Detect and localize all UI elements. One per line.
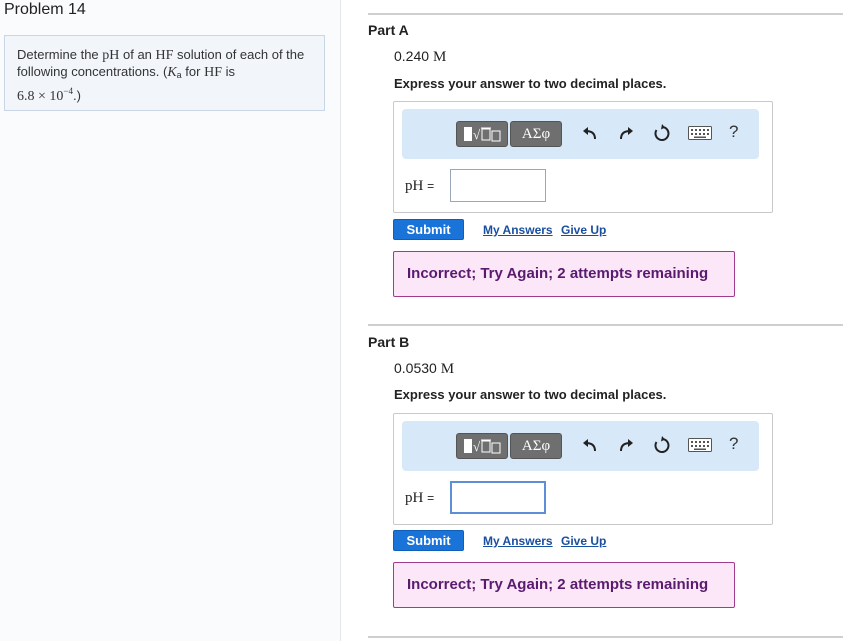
greek-symbols-icon: ΑΣφ [521,126,551,142]
reset-icon[interactable] [652,123,672,143]
part-a-give-up-link[interactable]: Give Up [561,223,606,237]
help-icon[interactable]: ? [729,122,738,142]
ph-term: pH [102,48,120,63]
part-b-concentration: 0.0530 M [394,360,454,378]
part-a-submit-button[interactable]: Submit [393,219,464,240]
problem-sidebar: Problem 14 Determine the pH of an HF sol… [0,0,341,641]
hf-term: HF [155,48,174,63]
part-b-submit-button[interactable]: Submit [393,530,464,551]
part-a-ph-label: pH = [405,178,434,195]
part-b-feedback: Incorrect; Try Again; 2 attempts remaini… [393,562,735,608]
problem-title: Problem 14 [4,1,86,18]
part-b-equals: = [427,491,435,505]
problem-text-6: .) [72,88,81,103]
part-a-answer-box: √ ΑΣφ ? pH = [393,101,773,213]
part-b-my-answers-link[interactable]: My Answers [483,534,553,548]
bottom-divider [368,636,843,638]
undo-icon[interactable] [580,435,600,455]
hf-term-2: HF [204,65,222,80]
part-b-instruction: Express your answer to two decimal place… [394,387,667,402]
part-a-conc-unit: M [432,49,447,65]
part-b-divider [368,324,843,326]
greek-symbols-icon: ΑΣφ [521,438,551,454]
svg-text:√: √ [473,439,481,454]
problem-text-2: of an [119,47,156,62]
templates-icon: √ [464,127,501,142]
greek-symbols-button[interactable]: ΑΣφ [510,433,562,459]
ka-symbol: K [167,65,177,80]
part-b-conc-unit: M [440,361,455,377]
problem-text-5: is [221,64,235,79]
templates-icon: √ [464,439,501,454]
ka-value: 6.8 × 10 [17,89,64,104]
part-a-divider [368,13,843,15]
templates-button[interactable]: √ [456,121,508,147]
part-b-ph-text: pH [405,490,424,506]
part-b-conc-value: 0.0530 [394,360,437,376]
part-b-math-toolbar: √ ΑΣφ ? [402,421,759,471]
part-a-feedback: Incorrect; Try Again; 2 attempts remaini… [393,251,735,297]
problem-text-1: Determine the [17,47,103,62]
keyboard-icon[interactable] [688,438,712,452]
part-a-math-toolbar: √ ΑΣφ ? [402,109,759,159]
svg-text:√: √ [473,127,481,142]
ka-exponent: −4 [63,86,73,96]
part-a-title: Part A [368,22,409,38]
part-b-title: Part B [368,334,410,350]
part-a-answer-input[interactable] [450,169,546,202]
reset-icon[interactable] [652,435,672,455]
part-a-my-answers-link[interactable]: My Answers [483,223,553,237]
help-icon[interactable]: ? [729,434,738,454]
redo-icon[interactable] [616,435,636,455]
part-b-give-up-link[interactable]: Give Up [561,534,606,548]
problem-text-4: for [181,64,205,79]
part-a-ph-text: pH [405,178,424,194]
templates-button[interactable]: √ [456,433,508,459]
redo-icon[interactable] [616,123,636,143]
part-b-answer-input[interactable] [450,481,546,514]
undo-icon[interactable] [580,123,600,143]
keyboard-icon[interactable] [688,126,712,140]
part-a-instruction: Express your answer to two decimal place… [394,76,667,91]
part-b-answer-box: √ ΑΣφ ? pH = [393,413,773,525]
part-a-equals: = [427,179,435,193]
part-a-concentration: 0.240 M [394,48,446,66]
part-b-ph-label: pH = [405,490,434,507]
problem-statement: Determine the pH of an HF solution of ea… [4,35,325,111]
part-a-conc-value: 0.240 [394,48,430,64]
greek-symbols-button[interactable]: ΑΣφ [510,121,562,147]
